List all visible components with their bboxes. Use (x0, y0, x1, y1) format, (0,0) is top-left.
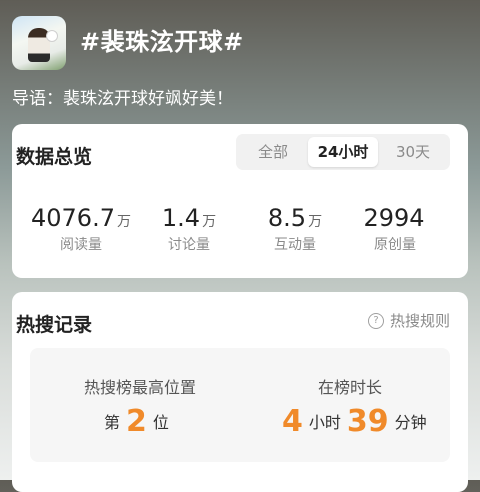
topic-title: #裴珠泫开球# (80, 28, 244, 56)
hot-search-rules-link[interactable]: ? 热搜规则 (368, 310, 450, 331)
minutes-unit: 分钟 (394, 413, 427, 432)
topic-thumbnail[interactable] (12, 16, 66, 70)
time-range-tabs: 全部 24小时 30天 (236, 134, 450, 170)
hot-search-title: 热搜记录 (16, 314, 93, 336)
stat-discussions-label: 讨论量 (168, 237, 210, 253)
hot-search-rules-label: 热搜规则 (390, 312, 451, 330)
tab-24h[interactable]: 24小时 (308, 137, 378, 167)
question-icon: ? (368, 312, 384, 329)
duration-label: 在榜时长 (317, 378, 382, 397)
stat-reads: 4076.7 万 阅读量 (26, 204, 136, 254)
stat-discussions: 1.4 万 讨论量 (144, 204, 234, 254)
stat-reads-unit: 万 (116, 214, 131, 230)
stat-interactions: 8.5 万 互动量 (250, 204, 340, 254)
highest-suffix: 位 (152, 413, 169, 432)
stat-originals-label: 原创量 (374, 237, 416, 253)
highest-rank-number: 2 (126, 404, 147, 439)
duration-header: 在榜时长 (270, 374, 430, 398)
stat-interactions-label: 互动量 (274, 237, 316, 253)
highest-position-header: 热搜榜最高位置 (60, 374, 220, 398)
stat-originals: 2994 原创量 (350, 204, 440, 254)
stat-reads-value: 4076.7 (31, 204, 115, 232)
stat-discussions-unit: 万 (202, 214, 217, 230)
topic-intro: 导语：裴珠泫开球好飒好美！ (12, 89, 233, 109)
hours-unit: 小时 (308, 413, 341, 432)
topic-header: #裴珠泫开球# 导语：裴珠泫开球好飒好美！ (0, 0, 480, 120)
stat-discussions-value: 1.4 (161, 204, 201, 232)
duration-value: 4 小时 39 分钟 (282, 404, 427, 439)
thumbnail-ball (46, 30, 58, 42)
highest-position-label: 热搜榜最高位置 (83, 378, 196, 397)
duration-minutes: 39 (346, 404, 389, 439)
stat-interactions-value: 8.5 (267, 204, 307, 232)
stat-reads-label: 阅读量 (60, 237, 102, 253)
tab-30d[interactable]: 30天 (380, 137, 446, 167)
duration-hours: 4 (282, 404, 303, 439)
tab-all[interactable]: 全部 (240, 137, 306, 167)
data-overview-title: 数据总览 (16, 146, 93, 168)
highest-position-value: 第2位 (104, 404, 169, 439)
stat-originals-value: 2994 (363, 204, 425, 232)
highest-prefix: 第 (104, 413, 121, 432)
stat-interactions-unit: 万 (308, 214, 323, 230)
